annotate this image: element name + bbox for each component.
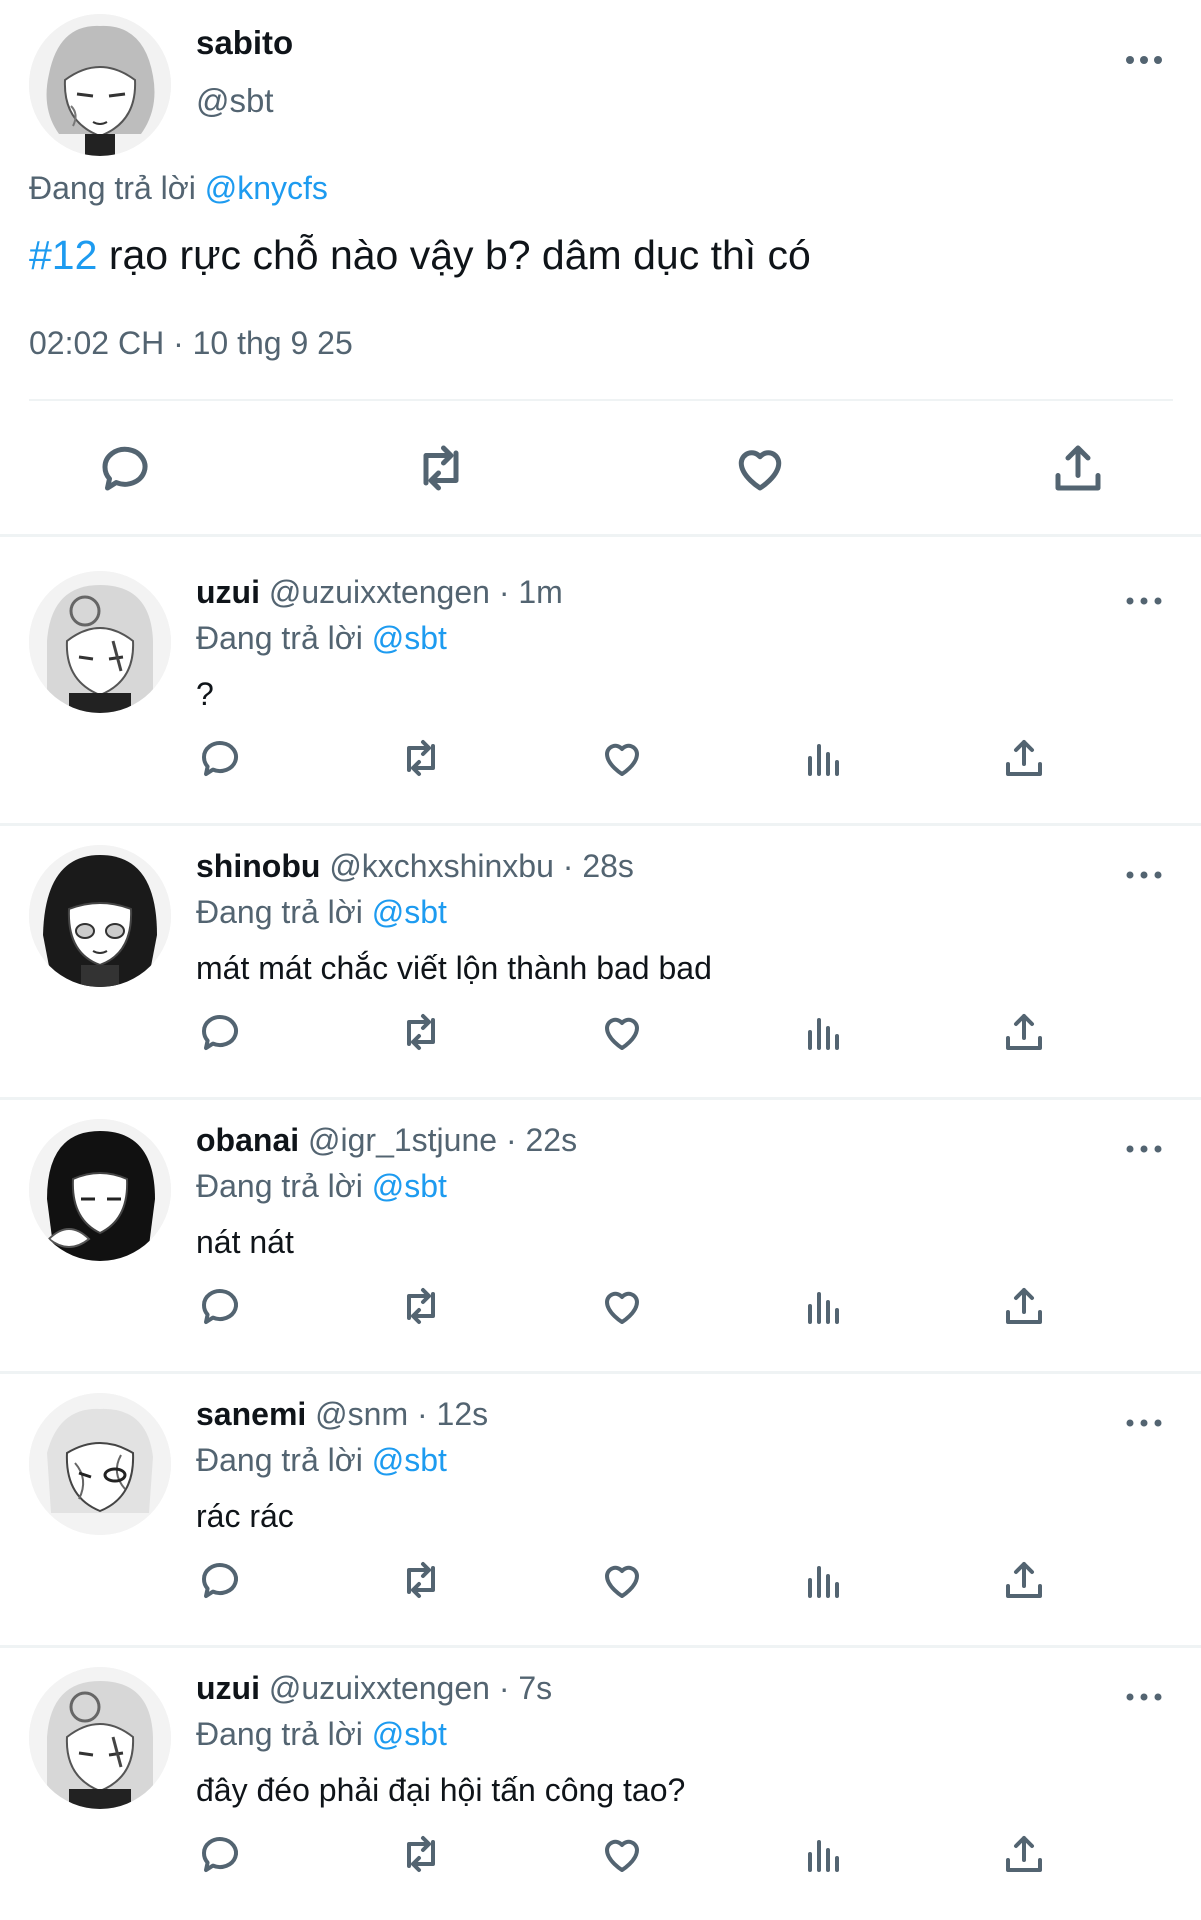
main-tweet: sabito @sbt Đang trả lời @knycfs #12 rạo… <box>0 0 1201 536</box>
reply-icon[interactable] <box>196 1556 244 1604</box>
views-icon[interactable] <box>800 734 848 782</box>
tweet-body: đây đéo phải đại hội tấn công tao? <box>196 1772 686 1808</box>
avatar[interactable] <box>29 14 171 156</box>
handle-and-time[interactable]: @uzuixxtengen · 1m <box>260 574 563 610</box>
reply-icon[interactable] <box>196 1830 244 1878</box>
avatar[interactable] <box>29 845 171 987</box>
handle-and-time[interactable]: @igr_1stjune · 22s <box>299 1122 577 1158</box>
tweet-body: rác rác <box>196 1498 294 1534</box>
display-name[interactable]: sanemi <box>196 1396 306 1432</box>
tweet-text: #12 rạo rực chỗ nào vậy b? dâm dục thì c… <box>29 232 811 279</box>
handle-and-time[interactable]: @snm · 12s <box>306 1396 488 1432</box>
handle-and-time[interactable]: @kxchxshinxbu · 28s <box>320 848 634 884</box>
display-name[interactable]: uzui <box>196 1670 260 1706</box>
display-name[interactable]: shinobu <box>196 848 320 884</box>
like-icon[interactable] <box>598 734 646 782</box>
more-options-icon[interactable] <box>1122 42 1166 78</box>
replying-to-link[interactable]: @sbt <box>372 1168 447 1204</box>
replying-label: Đang trả lời <box>196 1716 363 1752</box>
retweet-icon[interactable] <box>397 1282 445 1330</box>
replying-label: Đang trả lời <box>196 894 363 930</box>
tweet-body: nát nát <box>196 1224 294 1260</box>
avatar[interactable] <box>29 571 171 713</box>
avatar[interactable] <box>29 1119 171 1261</box>
reply-icon[interactable] <box>196 734 244 782</box>
reply-tweet[interactable]: sanemi @snm · 12s Đang trả lời @sbt rác … <box>0 1362 1201 1636</box>
share-icon[interactable] <box>1000 734 1048 782</box>
like-icon[interactable] <box>598 1556 646 1604</box>
views-icon[interactable] <box>800 1008 848 1056</box>
tweet-body: rạo rực chỗ nào vậy b? dâm dục thì có <box>97 232 811 278</box>
more-options-icon[interactable] <box>1122 1682 1166 1712</box>
divider <box>0 534 1201 537</box>
retweet-icon[interactable] <box>397 1556 445 1604</box>
reply-icon[interactable] <box>196 1008 244 1056</box>
tweet-body: ? <box>196 676 214 712</box>
retweet-icon[interactable] <box>397 1830 445 1878</box>
replying-to-link[interactable]: @sbt <box>372 620 447 656</box>
avatar[interactable] <box>29 1393 171 1535</box>
display-name[interactable]: sabito <box>196 24 293 62</box>
reply-tweet[interactable]: uzui @uzuixxtengen · 7s Đang trả lời @sb… <box>0 1636 1201 1910</box>
replying-label: Đang trả lời <box>196 1168 363 1204</box>
replying-to-link[interactable]: @knycfs <box>205 170 328 206</box>
tweet-body: mát mát chắc viết lộn thành bad bad <box>196 950 712 986</box>
divider <box>29 399 1173 401</box>
replying-label: Đang trả lời <box>196 620 363 656</box>
share-icon[interactable] <box>1000 1556 1048 1604</box>
reply-tweet[interactable]: shinobu @kxchxshinxbu · 28s Đang trả lời… <box>0 814 1201 1088</box>
reply-icon[interactable] <box>196 1282 244 1330</box>
reply-icon[interactable] <box>95 438 155 498</box>
display-name[interactable]: obanai <box>196 1122 299 1158</box>
like-icon[interactable] <box>598 1282 646 1330</box>
replying-label: Đang trả lời <box>196 1442 363 1478</box>
replying-to-link[interactable]: @sbt <box>372 1716 447 1752</box>
views-icon[interactable] <box>800 1830 848 1878</box>
replying-to-link[interactable]: @sbt <box>372 894 447 930</box>
display-name[interactable]: uzui <box>196 574 260 610</box>
share-icon[interactable] <box>1000 1008 1048 1056</box>
reply-tweet[interactable]: obanai @igr_1stjune · 22s Đang trả lời @… <box>0 1088 1201 1362</box>
timestamp[interactable]: 02:02 CH · 10 thg 9 25 <box>29 325 353 362</box>
like-icon[interactable] <box>598 1008 646 1056</box>
hashtag-link[interactable]: #12 <box>29 232 97 278</box>
share-icon[interactable] <box>1048 438 1108 498</box>
more-options-icon[interactable] <box>1122 1134 1166 1164</box>
views-icon[interactable] <box>800 1282 848 1330</box>
like-icon[interactable] <box>730 438 790 498</box>
like-icon[interactable] <box>598 1830 646 1878</box>
replying-label: Đang trả lời <box>29 170 196 206</box>
handle-and-time[interactable]: @uzuixxtengen · 7s <box>260 1670 552 1706</box>
more-options-icon[interactable] <box>1122 1408 1166 1438</box>
share-icon[interactable] <box>1000 1282 1048 1330</box>
more-options-icon[interactable] <box>1122 860 1166 890</box>
share-icon[interactable] <box>1000 1830 1048 1878</box>
retweet-icon[interactable] <box>397 734 445 782</box>
retweet-icon[interactable] <box>411 438 471 498</box>
replying-to-link[interactable]: @sbt <box>372 1442 447 1478</box>
avatar[interactable] <box>29 1667 171 1809</box>
retweet-icon[interactable] <box>397 1008 445 1056</box>
views-icon[interactable] <box>800 1556 848 1604</box>
handle[interactable]: @sbt <box>196 82 274 120</box>
replying-to: Đang trả lời @knycfs <box>29 170 328 207</box>
more-options-icon[interactable] <box>1122 586 1166 616</box>
reply-tweet[interactable]: uzui @uzuixxtengen · 1m Đang trả lời @sb… <box>0 540 1201 814</box>
